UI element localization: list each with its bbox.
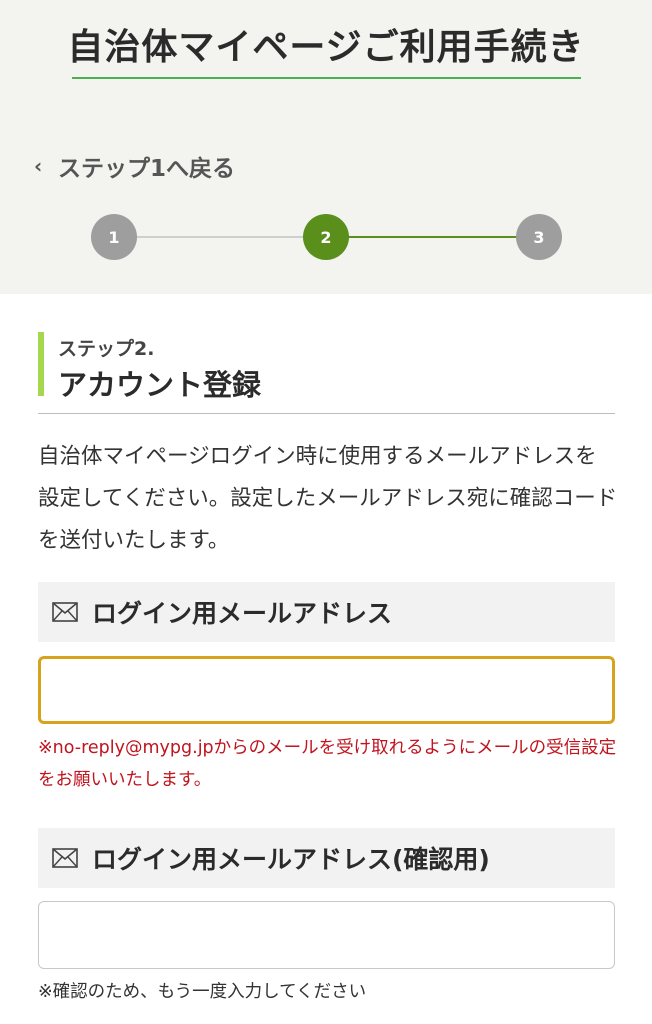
step-indicator-1: 1 [91, 214, 137, 260]
email-field-label-text: ログイン用メールアドレス [92, 599, 393, 628]
section-title: アカウント登録 [58, 368, 262, 402]
section-heading: ステップ2. アカウント登録 [38, 332, 615, 414]
step-progress: 1 2 3 [0, 214, 652, 260]
step-label: ステップ2. [58, 338, 155, 360]
step-indicator-3: 3 [516, 214, 562, 260]
back-to-step1-link[interactable]: ‹ ステップ1へ戻る [34, 150, 235, 182]
section-description: 自治体マイページログイン時に使用するメールアドレスを設定してください。設定したメ… [38, 444, 618, 553]
step-connector-1 [114, 236, 326, 238]
header-area: 自治体マイページご利用手続き ‹ ステップ1へ戻る 1 2 3 [0, 0, 652, 294]
email-input[interactable] [38, 656, 615, 724]
title-underline [72, 77, 581, 79]
envelope-icon [52, 848, 78, 868]
back-link-label: ステップ1へ戻る [58, 156, 236, 182]
envelope-icon [52, 602, 78, 622]
email-warning-note: ※no-reply@mypg.jpからのメールを受け取れるようにメールの受信設定… [38, 738, 617, 790]
step-indicator-2-current: 2 [303, 214, 349, 260]
email-field-label: ログイン用メールアドレス [38, 582, 615, 642]
page-title: 自治体マイページご利用手続き [67, 27, 585, 68]
confirm-email-input[interactable] [38, 901, 615, 969]
step-connector-2 [326, 236, 539, 238]
confirm-email-note: ※確認のため、もう一度入力してください [38, 982, 367, 1002]
confirm-email-field-label: ログイン用メールアドレス(確認用) [38, 828, 615, 888]
section-accent-bar [38, 332, 44, 396]
confirm-email-field-label-text: ログイン用メールアドレス(確認用) [92, 845, 490, 874]
chevron-left-icon: ‹ [34, 154, 43, 178]
